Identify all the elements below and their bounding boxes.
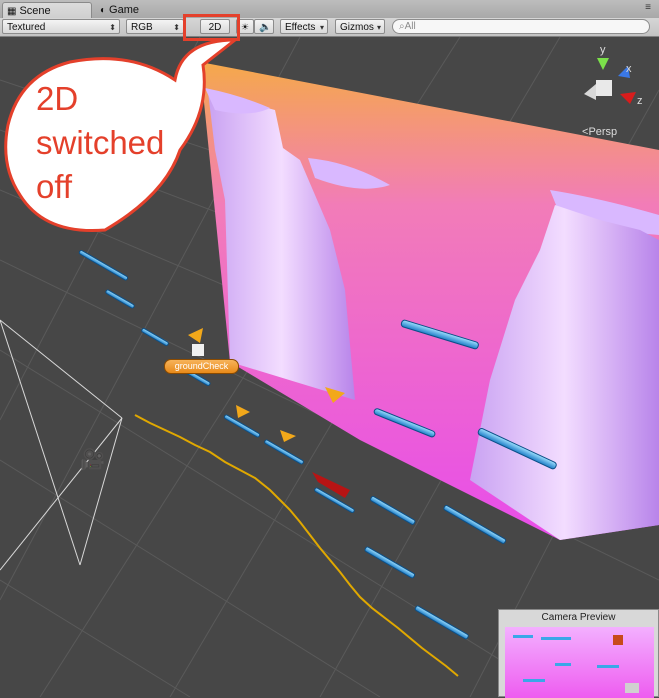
platform[interactable] [105, 289, 135, 309]
ground-check-marker[interactable] [192, 344, 204, 356]
projection-label[interactable]: <Persp [582, 126, 617, 138]
window-tab-bar: ▦ Scene ◐ Game ≡ [0, 0, 659, 19]
gizmo-x-label: x [626, 63, 632, 75]
gizmo-z-label: z [637, 95, 643, 107]
dropdown-arrow-icon: ⬍ [109, 23, 116, 32]
platform[interactable] [264, 439, 304, 465]
camera-preview-panel: Camera Preview [498, 609, 659, 698]
draw-mode-dropdown[interactable]: Textured ⬍ [2, 19, 120, 34]
camera-preview-title: Camera Preview [541, 612, 616, 623]
draw-mode-value: Textured [7, 22, 46, 33]
audio-toggle-button[interactable]: 🔈 [254, 19, 274, 34]
speaker-icon: 🔈 [259, 22, 272, 33]
gizmos-label: Gizmos [340, 22, 374, 33]
tab-scene[interactable]: ▦ Scene [2, 2, 92, 18]
preview-render [513, 635, 639, 693]
callout-text: 2D switched off [36, 80, 165, 205]
gizmo-y-label: y [600, 44, 606, 56]
pickup-icon[interactable] [188, 328, 203, 343]
pickup-icon[interactable] [280, 430, 296, 442]
orientation-gizmo[interactable]: y x z [584, 44, 643, 107]
platform[interactable] [370, 495, 416, 525]
scene-toolbar: Textured ⬍ RGB ⬍ 2D ☀ 🔈 Effects ▾ Gizmos… [0, 18, 659, 37]
gizmos-dropdown[interactable]: Gizmos ▾ [335, 19, 385, 34]
dropdown-arrow-icon: ⬍ [173, 23, 180, 32]
ground-check-label[interactable]: groundCheck [164, 359, 239, 374]
tab-scene-label: Scene [19, 5, 51, 17]
game-icon: ◐ [100, 5, 107, 16]
dropdown-arrow-icon: ▾ [319, 23, 324, 32]
platform[interactable] [414, 605, 469, 640]
toggle-2d-highlight [183, 14, 240, 41]
camera-icon[interactable]: 🎥 [80, 447, 105, 471]
effects-dropdown[interactable]: Effects ▾ [280, 19, 328, 34]
tab-game-label: Game [109, 4, 140, 16]
platform[interactable] [443, 505, 507, 544]
render-mode-value: RGB [131, 22, 153, 33]
sun-icon: ☀ [241, 22, 250, 32]
tab-game[interactable]: ◐ Game [96, 2, 176, 18]
pickup-icon[interactable] [236, 405, 250, 418]
platform[interactable] [78, 250, 129, 281]
search-field[interactable]: ⌕All [392, 19, 650, 34]
render-mode-dropdown[interactable]: RGB ⬍ [126, 19, 184, 34]
effects-label: Effects [285, 22, 316, 33]
camera-preview-image [505, 627, 654, 698]
camera-frustum [0, 319, 123, 571]
dropdown-arrow-icon: ▾ [376, 23, 381, 32]
enemy-sprite[interactable] [312, 472, 350, 498]
search-placeholder: All [404, 21, 416, 32]
platform[interactable] [223, 414, 261, 438]
panel-menu-icon[interactable]: ≡ [645, 2, 651, 13]
platform[interactable] [141, 328, 169, 346]
platform[interactable] [364, 546, 416, 579]
